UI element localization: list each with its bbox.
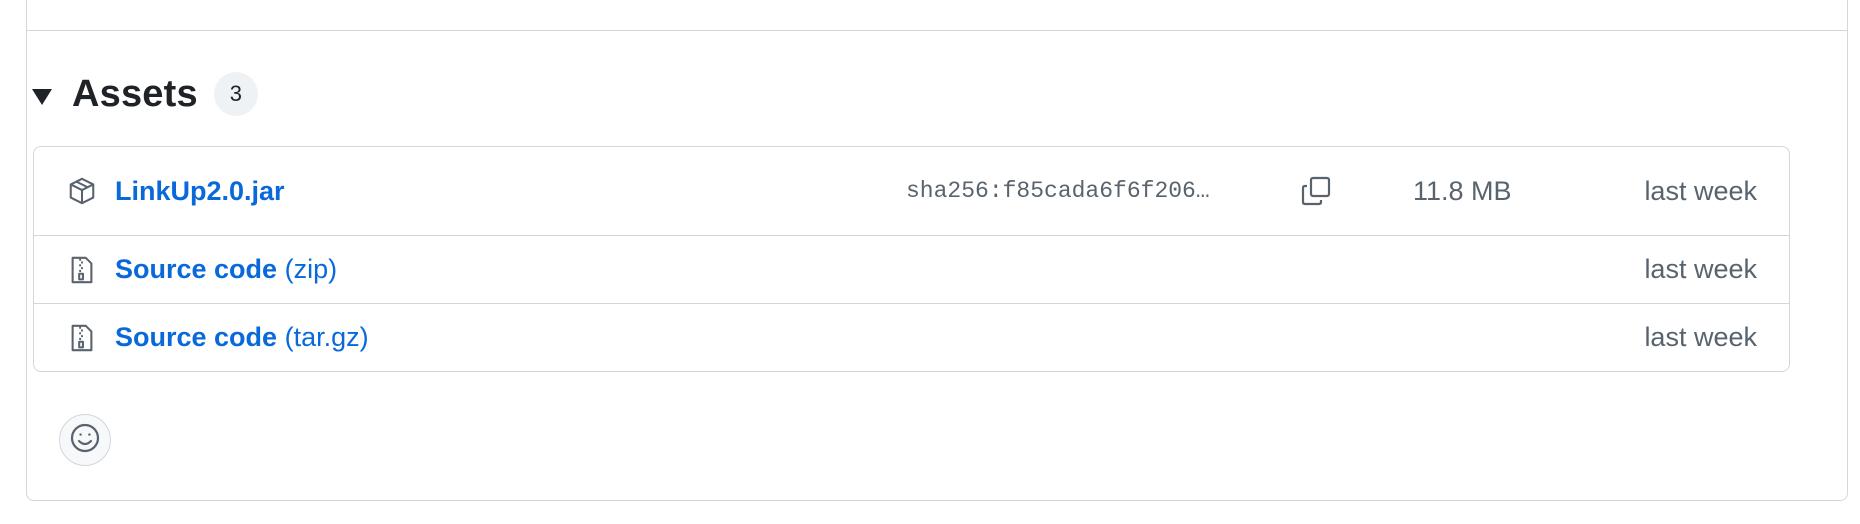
asset-ext: (zip) [284, 254, 338, 284]
file-zip-icon [66, 322, 98, 354]
asset-row-jar: LinkUp2.0.jar sha256:f85cada6f6f206… 11.… [34, 147, 1789, 235]
triangle-down-icon[interactable] [32, 89, 52, 105]
assets-list: LinkUp2.0.jar sha256:f85cada6f6f206… 11.… [33, 146, 1790, 372]
file-zip-icon [66, 254, 98, 286]
package-icon [66, 175, 98, 207]
asset-date: last week [1644, 175, 1757, 206]
asset-row-zip: Source code (zip) last week [34, 235, 1789, 303]
assets-header[interactable]: Assets 3 [32, 66, 258, 122]
sha256-digest: sha256:f85cada6f6f206… [906, 178, 1210, 204]
asset-row-targz: Source code (tar.gz) last week [34, 303, 1789, 371]
asset-ext: (tar.gz) [284, 322, 369, 352]
asset-name: Source code [115, 254, 278, 284]
asset-link-targz[interactable]: Source code (tar.gz) [115, 322, 369, 353]
add-reaction-button[interactable] [59, 414, 111, 466]
asset-name: Source code [115, 322, 278, 352]
asset-link-zip[interactable]: Source code (zip) [115, 254, 337, 285]
asset-link-jar[interactable]: LinkUp2.0.jar [115, 176, 285, 207]
asset-date: last week [1644, 322, 1757, 352]
assets-title: Assets [72, 72, 198, 115]
assets-count-badge: 3 [213, 72, 258, 116]
copy-icon[interactable] [1296, 171, 1336, 211]
asset-size: 11.8 MB [1413, 175, 1512, 206]
section-divider [27, 30, 1847, 31]
asset-date: last week [1644, 254, 1757, 284]
smiley-icon [69, 422, 101, 459]
asset-name: LinkUp2.0.jar [115, 175, 285, 206]
